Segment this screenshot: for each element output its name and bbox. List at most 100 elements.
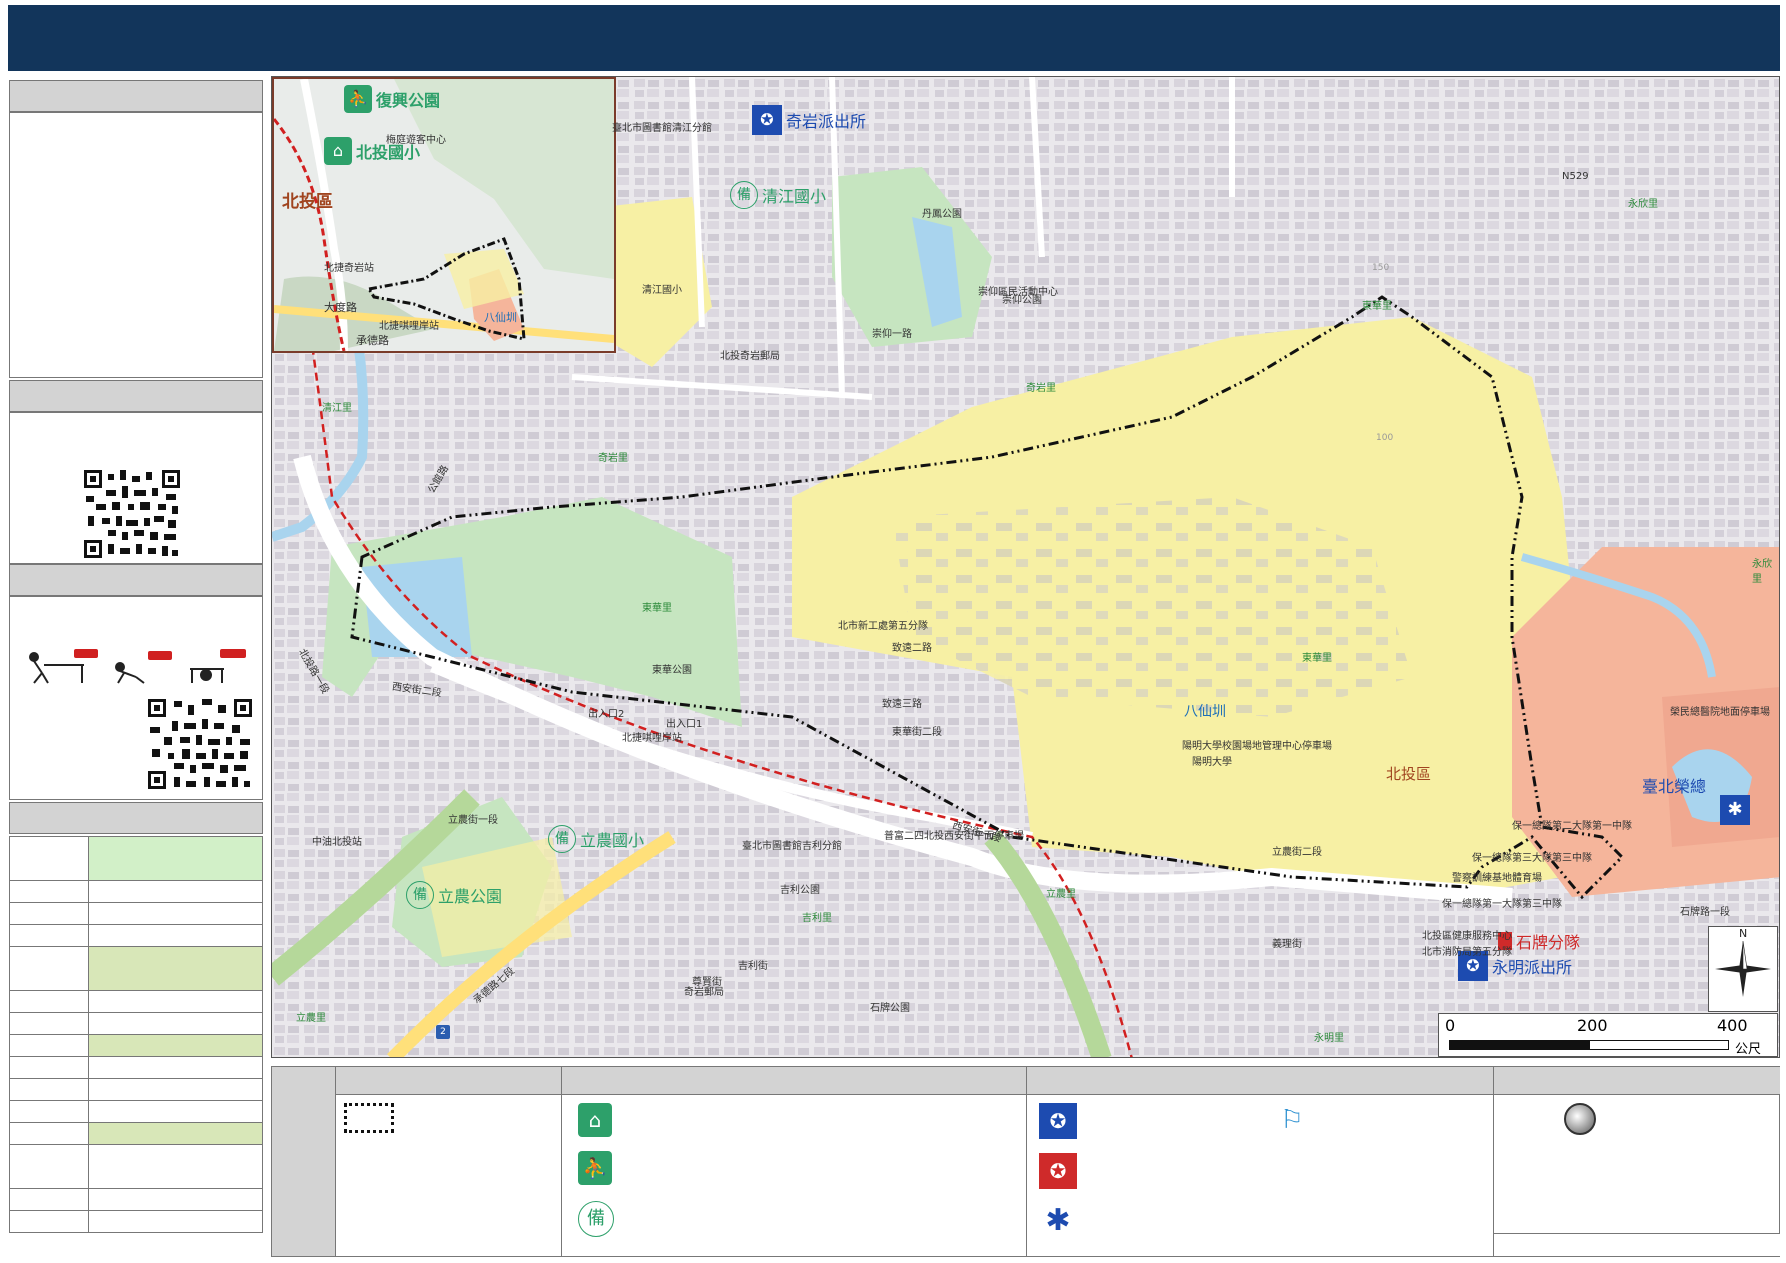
map-poi[interactable]: 備 立農國小 (548, 825, 644, 853)
school-shelter-icon: ⌂ (578, 1103, 612, 1137)
map-label: 北投奇岩郵局 (720, 351, 780, 362)
map-label: 北捷唭哩岸站 (622, 733, 682, 744)
reserve-icon: 備 (578, 1201, 614, 1237)
circle-marker-icon (1564, 1103, 1596, 1135)
legend-col-1 (336, 1095, 562, 1256)
inset-map: ⛹ 復興公園 ⌂ 北投國小 北投區 梅庭遊客中心 北捷奇岩站 大度路 承德路 北… (272, 77, 616, 353)
map-poi[interactable]: 備 立農公園 (406, 881, 502, 909)
map-label: 北投區健康服務中心 (1422, 931, 1512, 942)
map-label: 榮民總醫院地面停車場 (1670, 707, 1770, 718)
village-label: 吉利里 (802, 913, 832, 924)
village-label: 東華里 (642, 603, 672, 614)
medical-icon: ✱ (1045, 1203, 1071, 1238)
reserve-icon: 備 (548, 825, 576, 853)
inset-label: 大度路 (324, 301, 357, 314)
scale-bar: 0 200 400 公尺 (1438, 1013, 1778, 1057)
reserve-icon: 備 (406, 881, 434, 909)
map-label: 八仙圳 (1184, 704, 1226, 720)
map-label: 東華公園 (652, 665, 692, 676)
map-label: 普富二四北投西安街平面停車場 (884, 831, 1024, 842)
map-label: 崇仰區民活動中心 (978, 287, 1058, 298)
left-section-header-2 (9, 380, 263, 412)
left-section-body-2 (9, 412, 263, 564)
road-label: 吉利街 (738, 961, 768, 972)
left-section-header-4 (9, 802, 263, 834)
legend-col-4-footer (1494, 1233, 1780, 1256)
village-label: 清江里 (322, 403, 352, 414)
map-label: 保一總隊第二大隊第一中隊 (1512, 821, 1632, 832)
boundary-symbol (344, 1103, 394, 1133)
legend-panel: ⌂ ⛹ 備 ✪ ⚐ ✪ ✱ (271, 1066, 1780, 1257)
left-section-body-1 (9, 112, 263, 378)
left-section-body-3 (9, 596, 263, 800)
map-label: 出入口2 (588, 709, 625, 720)
village-label: 奇岩里 (1026, 383, 1056, 394)
map-label: 保一總隊第三大隊第三中隊 (1472, 853, 1592, 864)
police-icon: ✪ (1039, 1103, 1077, 1139)
map-label: 北市新工處第五分隊 (838, 621, 928, 632)
main-map[interactable]: ⛹ 復興公園 ⌂ 北投國小 北投區 梅庭遊客中心 北捷奇岩站 大度路 承德路 北… (271, 76, 1780, 1058)
map-label: N529 (1562, 171, 1589, 182)
inset-label: 北捷奇岩站 (324, 263, 374, 274)
contour-label: 100 (1376, 433, 1394, 443)
legend-header-1 (336, 1067, 562, 1095)
road-label: 義理街 (1272, 939, 1302, 950)
road-label: 致遠二路 (892, 643, 932, 654)
inset-label: 梅庭遊客中心 (386, 135, 446, 146)
table-cell (9, 836, 89, 881)
police-icon: ✪ (752, 105, 782, 135)
fire-icon: ✪ (1039, 1153, 1077, 1189)
road-label: 立農街二段 (1272, 847, 1322, 858)
village-label: 東華里 (1302, 653, 1332, 664)
district-label: 北投區 (1386, 765, 1432, 783)
left-section-header-3 (9, 564, 263, 596)
map-label: 吉利公園 (780, 885, 820, 896)
map-label: 警察訓練基地體育場 (1452, 873, 1542, 884)
park-shelter-icon: ⛹ (578, 1151, 612, 1185)
road-label: 立農街一段 (448, 815, 498, 826)
inset-label: 北捷唭哩岸站 (379, 321, 439, 332)
legend-header-4 (1494, 1067, 1780, 1095)
village-label: 立農里 (1046, 889, 1076, 900)
map-label: 丹鳳公園 (922, 209, 962, 220)
map-poi[interactable]: ✪ 奇岩派出所 (752, 105, 866, 135)
road-label: 崇仰一路 (872, 329, 912, 340)
road-label: 東華街二段 (892, 727, 942, 738)
map-label: 石牌公園 (870, 1003, 910, 1014)
inset-label: 八仙圳 (484, 311, 517, 324)
highway-shield: 2 (436, 1025, 450, 1039)
left-section-header-1 (9, 80, 263, 112)
village-label: 永明里 (1314, 1033, 1344, 1044)
map-label: 清江國小 (642, 285, 682, 296)
qr-code-2[interactable] (146, 697, 254, 791)
village-label: 永欣里 (1752, 559, 1772, 585)
qr-code[interactable] (82, 468, 182, 560)
north-label: N (1739, 927, 1748, 940)
village-label: 永欣里 (1628, 199, 1658, 210)
map-label: 臺北市圖書館清江分館 (612, 123, 712, 134)
inset-label: 承德路 (356, 334, 389, 347)
scale-bar-black (1449, 1040, 1589, 1050)
inset-district-label: 北投區 (282, 192, 333, 212)
contour-label: 150 (1372, 263, 1390, 273)
map-label: 保一總隊第一大隊第三中隊 (1442, 899, 1562, 910)
map-label: 中油北投站 (312, 837, 362, 848)
medical-icon: ✱ (1720, 795, 1750, 825)
map-label: 陽明大學 (1192, 757, 1232, 768)
road-label: 石牌路一段 (1680, 907, 1730, 918)
map-poi[interactable]: 備 清江國小 (730, 181, 826, 209)
road-label: 致遠三路 (882, 699, 922, 710)
map-label: 北市消防局第五分隊 (1422, 947, 1512, 958)
map-label: 出入口1 (666, 719, 703, 730)
header-banner (8, 5, 1780, 71)
map-label: 陽明大學校園場地管理中心停車場 (1182, 741, 1332, 752)
north-arrow: N (1708, 926, 1778, 1012)
map-poi[interactable]: 臺北榮總 (1642, 773, 1706, 797)
reserve-park-icon: ⛹ (344, 85, 372, 113)
village-label: 立農里 (296, 1013, 326, 1024)
map-label: 臺北市圖書館吉利分館 (742, 841, 842, 852)
table-cell (88, 946, 263, 991)
inset-label: ⛹ 復興公園 (344, 85, 440, 113)
legend-header-3 (1027, 1067, 1494, 1095)
legend-header-2 (562, 1067, 1027, 1095)
